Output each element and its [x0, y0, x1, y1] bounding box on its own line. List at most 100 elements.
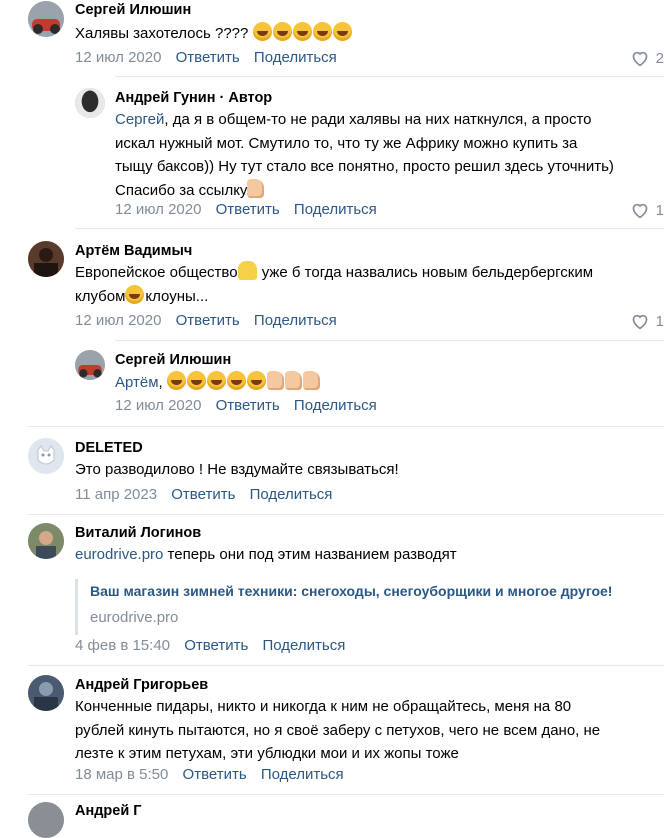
- laughing-emoji-icon: [166, 371, 186, 390]
- comment-meta: 12 июл 2020 Ответить Поделиться: [75, 49, 337, 66]
- text-line: тыщу баксов)) Ну тут стало все понятно, …: [115, 158, 614, 175]
- share-button[interactable]: Поделиться: [250, 486, 333, 503]
- avatar[interactable]: [28, 1, 64, 37]
- link-snippet[interactable]: Ваш магазин зимней техники: снегоходы, с…: [75, 579, 664, 635]
- reply-button[interactable]: Ответить: [184, 637, 248, 654]
- comment-date[interactable]: 11 апр 2023: [75, 486, 157, 503]
- divider: [28, 426, 664, 427]
- like-button[interactable]: 1: [630, 201, 664, 219]
- laughing-emoji-icon: [226, 371, 246, 390]
- comment-text: Сергей, да я в общем-то не ради халявы н…: [115, 108, 614, 202]
- heart-icon: [632, 51, 648, 67]
- avatar[interactable]: [28, 438, 64, 474]
- snippet-domain: eurodrive.pro: [90, 609, 179, 626]
- like-count: 2: [655, 49, 664, 67]
- thumbs-up-emoji-icon: [266, 371, 284, 390]
- avatar[interactable]: [75, 88, 105, 118]
- thumbs-up-emoji-icon: [284, 371, 302, 390]
- divider: [28, 514, 664, 515]
- text-line: искал нужный мот. Смутило то, что ту же …: [115, 134, 578, 152]
- share-button[interactable]: Поделиться: [261, 766, 344, 783]
- laughing-emoji-icon: [272, 22, 292, 41]
- comment-text: Европейское общество уже б тогда назвали…: [75, 261, 593, 308]
- share-button[interactable]: Поделиться: [254, 49, 337, 66]
- text-line: Конченные пидары, никто и никогда к ним …: [75, 698, 572, 715]
- share-button[interactable]: Поделиться: [294, 201, 377, 218]
- comment-text: Это разводилово ! Не вздумайте связывать…: [75, 461, 399, 478]
- laughing-emoji-icon: [292, 22, 312, 41]
- text-line: , да я в общем-то не ради халявы на них …: [164, 111, 592, 128]
- text-line: клубом: [75, 287, 126, 305]
- comment-text-body: Халявы захотелось ????: [75, 25, 249, 42]
- comment-author[interactable]: Андрей Гунин · Автор: [115, 90, 272, 106]
- text-line: лезте к этим петухам, эти ублюдки мои и …: [75, 745, 459, 762]
- text-line: Европейское общество: [75, 264, 238, 281]
- thumbs-up-emoji-icon: [302, 371, 320, 390]
- text-line: клоуны...: [145, 287, 209, 305]
- laughing-emoji-icon: [206, 371, 226, 390]
- laughing-emoji-icon: [246, 371, 266, 390]
- reply-button[interactable]: Ответить: [216, 397, 280, 414]
- like-button[interactable]: 2: [630, 49, 664, 67]
- mention-link[interactable]: Сергей: [115, 111, 164, 128]
- like-button[interactable]: 1: [630, 312, 664, 330]
- heart-icon: [632, 203, 648, 219]
- comment-author[interactable]: Сергей Илюшин: [75, 2, 191, 18]
- person-emoji-icon: [237, 261, 257, 280]
- comment-author[interactable]: Андрей Григорьев: [75, 677, 208, 693]
- mention-link[interactable]: Артём: [115, 374, 159, 391]
- text-line: ,: [158, 374, 163, 391]
- laughing-emoji-icon: [186, 371, 206, 390]
- reply-button[interactable]: Ответить: [176, 312, 240, 329]
- comment-date[interactable]: 4 фев в 15:40: [75, 637, 170, 654]
- comment-date[interactable]: 12 июл 2020: [115, 201, 201, 218]
- comment-text: eurodrive.pro теперь они под этим назван…: [75, 543, 457, 567]
- comment-meta: 11 апр 2023 Ответить Поделиться: [75, 486, 332, 503]
- comment-date[interactable]: 12 июл 2020: [115, 397, 201, 414]
- comment-meta: 18 мар в 5:50 Ответить Поделиться: [75, 766, 344, 783]
- laughing-emoji-icon: [332, 22, 352, 41]
- text-line: Спасибо за ссылку: [115, 181, 248, 199]
- external-link[interactable]: eurodrive.pro: [75, 546, 163, 563]
- comment-meta: 12 июл 2020 Ответить Поделиться: [115, 397, 377, 414]
- reply-button[interactable]: Ответить: [216, 201, 280, 218]
- avatar[interactable]: [28, 802, 64, 838]
- share-button[interactable]: Поделиться: [294, 397, 377, 414]
- share-button[interactable]: Поделиться: [254, 312, 337, 329]
- avatar[interactable]: [75, 350, 105, 380]
- comment-author[interactable]: DELETED: [75, 440, 143, 456]
- comment-author[interactable]: Сергей Илюшин: [115, 352, 231, 368]
- comment-date[interactable]: 12 июл 2020: [75, 49, 161, 66]
- laughing-emoji-icon: [125, 284, 145, 304]
- comment-text: Артём,: [115, 371, 321, 395]
- avatar[interactable]: [28, 675, 64, 711]
- reply-button[interactable]: Ответить: [171, 486, 235, 503]
- text-line: теперь они под этим названием разводят: [163, 546, 457, 563]
- share-button[interactable]: Поделиться: [262, 637, 345, 654]
- avatar[interactable]: [28, 241, 64, 277]
- text-line: уже б тогда назвались новым бельдербергс…: [257, 264, 594, 281]
- comment-author[interactable]: Андрей Г: [75, 803, 142, 819]
- comment-text: Конченные пидары, никто и никогда к ним …: [75, 695, 600, 766]
- comment-author[interactable]: Виталий Логинов: [75, 525, 201, 541]
- divider: [75, 228, 664, 229]
- comment-date[interactable]: 18 мар в 5:50: [75, 766, 168, 783]
- laughing-emoji-icon: [252, 22, 272, 41]
- avatar[interactable]: [28, 523, 64, 559]
- heart-icon: [632, 314, 648, 330]
- reply-button[interactable]: Ответить: [183, 766, 247, 783]
- divider: [28, 665, 664, 666]
- thumbs-up-emoji-icon: [247, 178, 265, 198]
- comment-author[interactable]: Артём Вадимыч: [75, 243, 192, 259]
- snippet-title[interactable]: Ваш магазин зимней техники: снегоходы, с…: [90, 583, 612, 599]
- divider: [115, 76, 664, 77]
- divider: [115, 340, 664, 341]
- divider: [28, 794, 664, 795]
- laughing-emoji-icon: [312, 22, 332, 41]
- comment-text: Халявы захотелось ????: [75, 22, 353, 46]
- comment-meta: 4 фев в 15:40 Ответить Поделиться: [75, 637, 345, 654]
- comment-meta: 12 июл 2020 Ответить Поделиться: [75, 312, 337, 329]
- like-count: 1: [655, 312, 664, 330]
- reply-button[interactable]: Ответить: [176, 49, 240, 66]
- comment-date[interactable]: 12 июл 2020: [75, 312, 161, 329]
